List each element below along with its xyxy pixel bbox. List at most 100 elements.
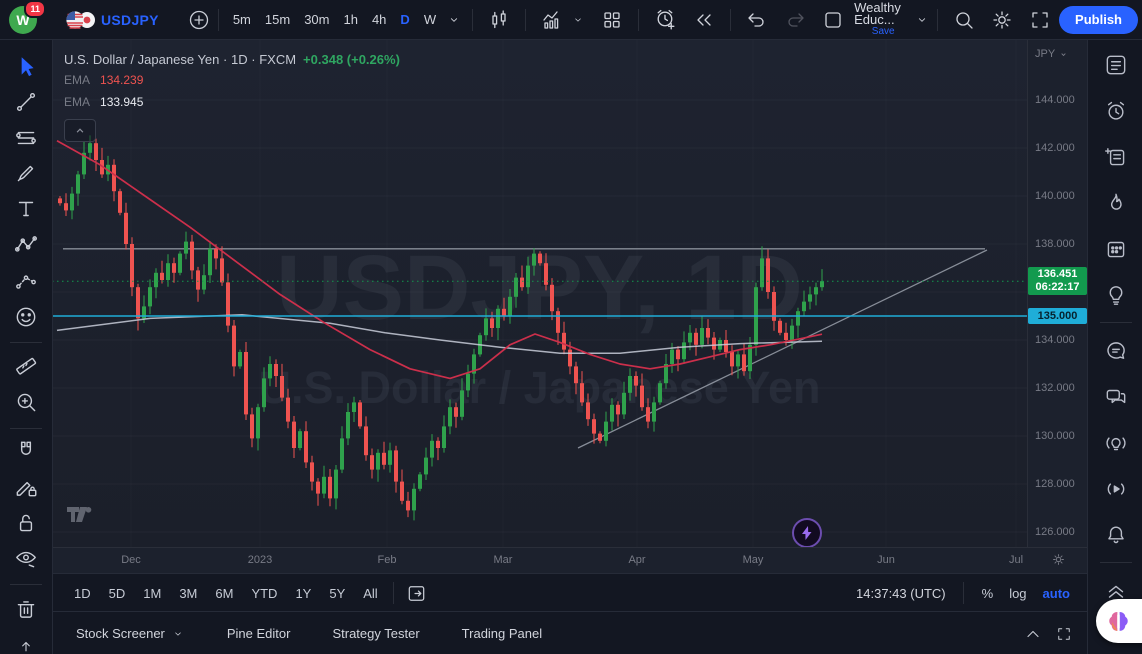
interval-button-30m[interactable]: 30m [297, 6, 336, 34]
notes-icon[interactable] [1099, 140, 1133, 174]
compare-add-icon[interactable] [187, 8, 211, 32]
zoom-in-icon[interactable] [9, 385, 43, 419]
time-tick: Jun [877, 554, 895, 566]
layout-grid-icon[interactable] [593, 6, 631, 34]
indicator-row-ema-slow[interactable]: EMA 133.945 [64, 91, 400, 113]
time-axis[interactable]: Dec 2023 Feb Mar Apr May Jun Jul [52, 547, 1087, 574]
range-button-ytd[interactable]: YTD [243, 582, 285, 605]
axis-currency-menu[interactable]: JPY [1035, 48, 1069, 60]
ideas-icon[interactable] [1099, 278, 1133, 312]
settings-gear-icon[interactable] [983, 6, 1021, 34]
conversations-icon[interactable] [1099, 380, 1133, 414]
interval-button-5m[interactable]: 5m [226, 6, 258, 34]
emoji-icon[interactable] [9, 300, 43, 334]
scale-button-log[interactable]: log [1002, 582, 1033, 605]
interval-button-W[interactable]: W [417, 6, 443, 34]
layout-menu[interactable]: Wealthy Educ... Save [852, 0, 914, 38]
arrow-up-icon[interactable] [9, 628, 43, 654]
xabcd-pattern-icon[interactable] [9, 228, 43, 262]
interval-button-4h[interactable]: 4h [365, 6, 393, 34]
divider [937, 8, 938, 31]
range-button-3m[interactable]: 3M [171, 582, 205, 605]
magnet-icon[interactable] [9, 434, 43, 468]
notifications-icon[interactable] [1099, 518, 1133, 552]
text-icon[interactable] [9, 192, 43, 226]
drawing-edit-lock-icon[interactable] [9, 470, 43, 504]
tradingview-app: W 11 USDJPY 5m 15m 30m 1h 4h D W Wealthy… [0, 0, 1142, 654]
legend-symbol-title[interactable]: U.S. Dollar / Japanese Yen · 1D · FXCM [64, 52, 296, 67]
range-button-5d[interactable]: 5D [101, 582, 134, 605]
interval-button-D[interactable]: D [393, 6, 416, 34]
divider [217, 8, 219, 31]
divider [10, 584, 42, 585]
calendar-icon[interactable] [1099, 232, 1133, 266]
panel-expand-chevron-icon[interactable] [1023, 624, 1043, 644]
publish-button[interactable]: Publish [1059, 5, 1138, 34]
scale-buttons: % log auto [975, 582, 1077, 605]
measure-icon[interactable] [9, 349, 43, 383]
lock-all-icon[interactable] [9, 506, 43, 540]
chart-legend: U.S. Dollar / Japanese Yen · 1D · FXCM +… [64, 49, 400, 113]
live-ideas-icon[interactable] [1099, 426, 1133, 460]
brush-icon[interactable] [9, 156, 43, 190]
range-button-all[interactable]: All [355, 582, 385, 605]
fib-retracement-icon[interactable] [9, 121, 43, 155]
range-button-6m[interactable]: 6M [207, 582, 241, 605]
range-button-1d[interactable]: 1D [66, 582, 99, 605]
tab-trading-panel[interactable]: Trading Panel [458, 620, 546, 647]
bar-replay-icon[interactable] [685, 6, 723, 34]
interval-chevron-down-icon[interactable] [443, 6, 465, 34]
range-button-5y[interactable]: 5Y [321, 582, 353, 605]
undo-icon[interactable] [738, 6, 776, 34]
scale-button-percent[interactable]: % [975, 582, 1001, 605]
forecast-icon[interactable] [9, 264, 43, 298]
tab-stock-screener[interactable]: Stock Screener [72, 620, 189, 647]
ema-slow-value: 133.945 [100, 95, 144, 109]
price-tick: 142.000 [1035, 142, 1075, 154]
streams-icon[interactable] [1099, 472, 1133, 506]
symbol-button[interactable]: USDJPY [101, 12, 159, 28]
ema-fast-line [56, 140, 823, 380]
layout-name: Wealthy Educ... [854, 0, 901, 27]
user-avatar[interactable]: W 11 [9, 0, 46, 34]
divider [10, 428, 42, 429]
layout-chevron-down-icon[interactable] [914, 12, 930, 28]
price-axis[interactable]: JPY 144.000 142.000 140.000 138.000 134.000 1… [1027, 40, 1088, 547]
hotlists-icon[interactable] [1099, 186, 1133, 220]
panel-maximize-icon[interactable] [1055, 625, 1073, 643]
watchlist-icon[interactable] [1099, 48, 1133, 82]
tradingview-logo[interactable] [66, 506, 96, 527]
legend-collapse-button[interactable] [64, 119, 96, 142]
search-icon[interactable] [945, 6, 983, 34]
chart-area[interactable]: USDJPY, 1D U.S. Dollar / Japanese Yen U.… [52, 40, 1027, 547]
scale-button-auto[interactable]: auto [1036, 582, 1077, 605]
browser-extension-overlay[interactable] [1096, 599, 1142, 643]
interval-button-15m[interactable]: 15m [258, 6, 297, 34]
alert-add-icon[interactable] [646, 6, 685, 34]
trend-line-icon[interactable] [9, 85, 43, 119]
price-tick: 138.000 [1035, 238, 1075, 250]
go-to-date-icon[interactable] [401, 582, 432, 605]
cursor-icon[interactable] [9, 50, 43, 84]
range-button-1y[interactable]: 1Y [287, 582, 319, 605]
chats-icon[interactable] [1099, 334, 1133, 368]
last-price-label: 136.451 06:22:17 [1028, 267, 1087, 296]
lightning-event-badge[interactable] [792, 518, 822, 547]
redo-icon[interactable] [776, 6, 814, 34]
axis-settings-gear-icon[interactable] [1050, 551, 1067, 568]
hide-drawings-icon[interactable] [9, 541, 43, 575]
tab-strategy-tester[interactable]: Strategy Tester [328, 620, 423, 647]
indicators-icon[interactable] [533, 6, 571, 34]
alerts-icon[interactable] [1099, 94, 1133, 128]
save-link[interactable]: Save [872, 26, 895, 38]
candle-style-icon[interactable] [480, 6, 518, 34]
layout-square-icon[interactable] [814, 6, 852, 34]
remove-drawings-icon[interactable] [9, 592, 43, 626]
fullscreen-icon[interactable] [1021, 6, 1059, 34]
indicators-chevron-down-icon[interactable] [571, 13, 585, 27]
range-button-1m[interactable]: 1M [135, 582, 169, 605]
tab-pine-editor[interactable]: Pine Editor [223, 620, 295, 647]
interval-button-1h[interactable]: 1h [336, 6, 364, 34]
indicator-row-ema-fast[interactable]: EMA 134.239 [64, 69, 400, 91]
clock[interactable]: 14:37:43 (UTC) [850, 582, 952, 605]
